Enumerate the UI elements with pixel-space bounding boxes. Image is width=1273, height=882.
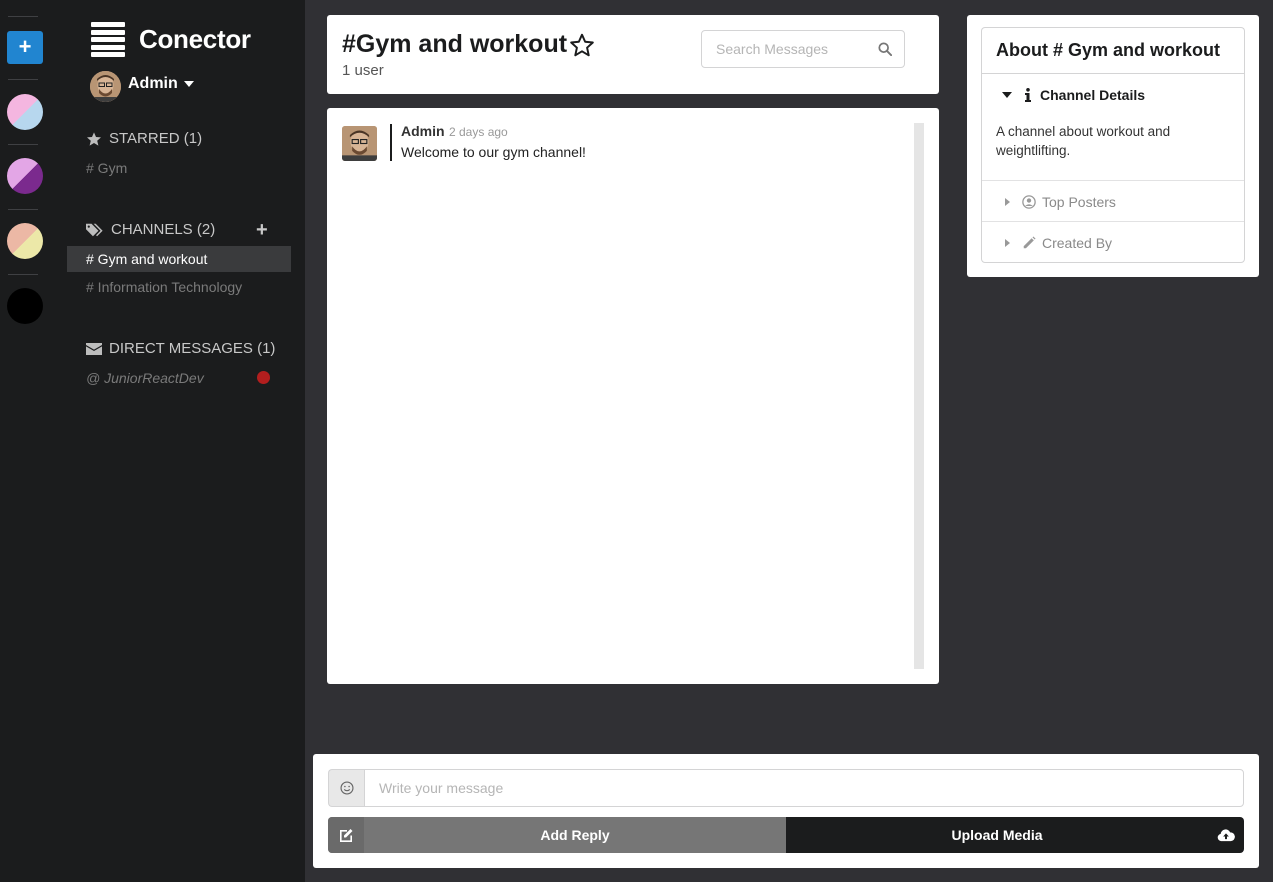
starred-header-label: STARRED (1) <box>109 130 203 147</box>
direct-messages-header: DIRECT MESSAGES (1) <box>86 340 275 357</box>
rail-divider <box>8 144 38 145</box>
color-swatch[interactable] <box>7 94 43 130</box>
accordion-divider <box>982 221 1244 222</box>
app-title: Conector <box>139 24 251 54</box>
rail-divider <box>8 209 38 210</box>
user-avatar[interactable] <box>90 71 121 102</box>
smile-icon <box>339 781 354 795</box>
user-dropdown[interactable]: Admin <box>128 75 178 93</box>
meta-title: About # Gym and workout <box>981 27 1245 73</box>
mail-icon <box>86 342 102 355</box>
message-avatar <box>342 126 377 161</box>
message-self-indicator <box>390 124 392 161</box>
channel-description: A channel about workout and weightliftin… <box>996 124 1171 158</box>
message-form: Add Reply Upload Media <box>313 754 1259 868</box>
add-channel-icon[interactable]: + <box>256 220 268 240</box>
meta-accordion: Channel Details A channel about workout … <box>981 73 1245 263</box>
messages-panel: Admin 2 days ago Welcome to our gym chan… <box>327 108 939 684</box>
star-icon <box>87 131 101 146</box>
user-count: 1 user <box>342 62 384 79</box>
caret-right-icon <box>1005 198 1010 206</box>
channel-title: #Gym and workout <box>342 30 568 58</box>
star-outline-icon[interactable] <box>569 32 595 58</box>
direct-messages-header-label: DIRECT MESSAGES (1) <box>109 340 276 357</box>
cloud-upload-icon <box>1208 817 1244 853</box>
meta-panel: About # Gym and workout Channel Details … <box>967 15 1259 277</box>
rail-divider <box>8 79 38 80</box>
messages-header: #Gym and workout 1 user <box>327 15 939 94</box>
add-color-button[interactable]: + <box>7 31 43 64</box>
created-by-label: Created By <box>1042 235 1113 251</box>
channels-header: CHANNELS (2) <box>86 221 215 238</box>
starred-header: STARRED (1) <box>86 130 202 147</box>
caret-down-icon[interactable] <box>184 81 194 87</box>
accordion-divider <box>982 180 1244 181</box>
upload-media-button[interactable]: Upload Media <box>786 817 1244 853</box>
accordion-channel-details[interactable]: Channel Details <box>982 87 1244 103</box>
message-author: Admin <box>401 123 445 139</box>
rail-divider <box>8 16 38 17</box>
add-reply-button[interactable]: Add Reply <box>328 817 786 853</box>
search-input[interactable] <box>702 31 872 67</box>
offline-status-icon <box>257 371 270 384</box>
channel-title-wrap: #Gym and workout <box>342 30 595 59</box>
color-swatch[interactable] <box>7 288 43 324</box>
info-icon <box>1025 88 1031 102</box>
color-panel: + <box>0 0 50 882</box>
rail-divider <box>8 274 38 275</box>
message-timestamp: 2 days ago <box>449 125 508 139</box>
pencil-icon <box>1023 236 1036 249</box>
list-logo-icon <box>91 22 125 57</box>
color-swatch[interactable] <box>7 223 43 259</box>
accordion-created-by[interactable]: Created By <box>982 235 1244 251</box>
search-box <box>701 30 905 68</box>
search-icon[interactable] <box>878 42 892 56</box>
caret-right-icon <box>1005 239 1010 247</box>
message-input[interactable] <box>364 769 1244 807</box>
emoji-button[interactable] <box>328 769 364 807</box>
side-panel: Conector Admin STARRED (1) # Gym CHANNEL… <box>50 0 305 882</box>
edit-icon <box>328 817 364 853</box>
channel-details-label: Channel Details <box>1040 87 1146 103</box>
caret-down-icon <box>1002 92 1012 98</box>
message-text: Welcome to our gym channel! <box>401 144 586 160</box>
color-swatch[interactable] <box>7 158 43 194</box>
channels-header-label: CHANNELS (2) <box>111 221 216 238</box>
upload-media-label: Upload Media <box>951 827 1043 843</box>
user-circle-icon <box>1022 195 1036 209</box>
accordion-top-posters[interactable]: Top Posters <box>982 194 1244 210</box>
messages-scrollbar[interactable] <box>914 123 924 669</box>
channel-item-information-technology[interactable]: # Information Technology <box>67 274 291 300</box>
starred-item-gym[interactable]: # Gym <box>67 155 291 181</box>
tags-icon <box>86 223 103 236</box>
channel-item-gym-and-workout[interactable]: # Gym and workout <box>67 246 291 272</box>
top-posters-label: Top Posters <box>1042 194 1116 210</box>
add-reply-label: Add Reply <box>540 827 610 843</box>
